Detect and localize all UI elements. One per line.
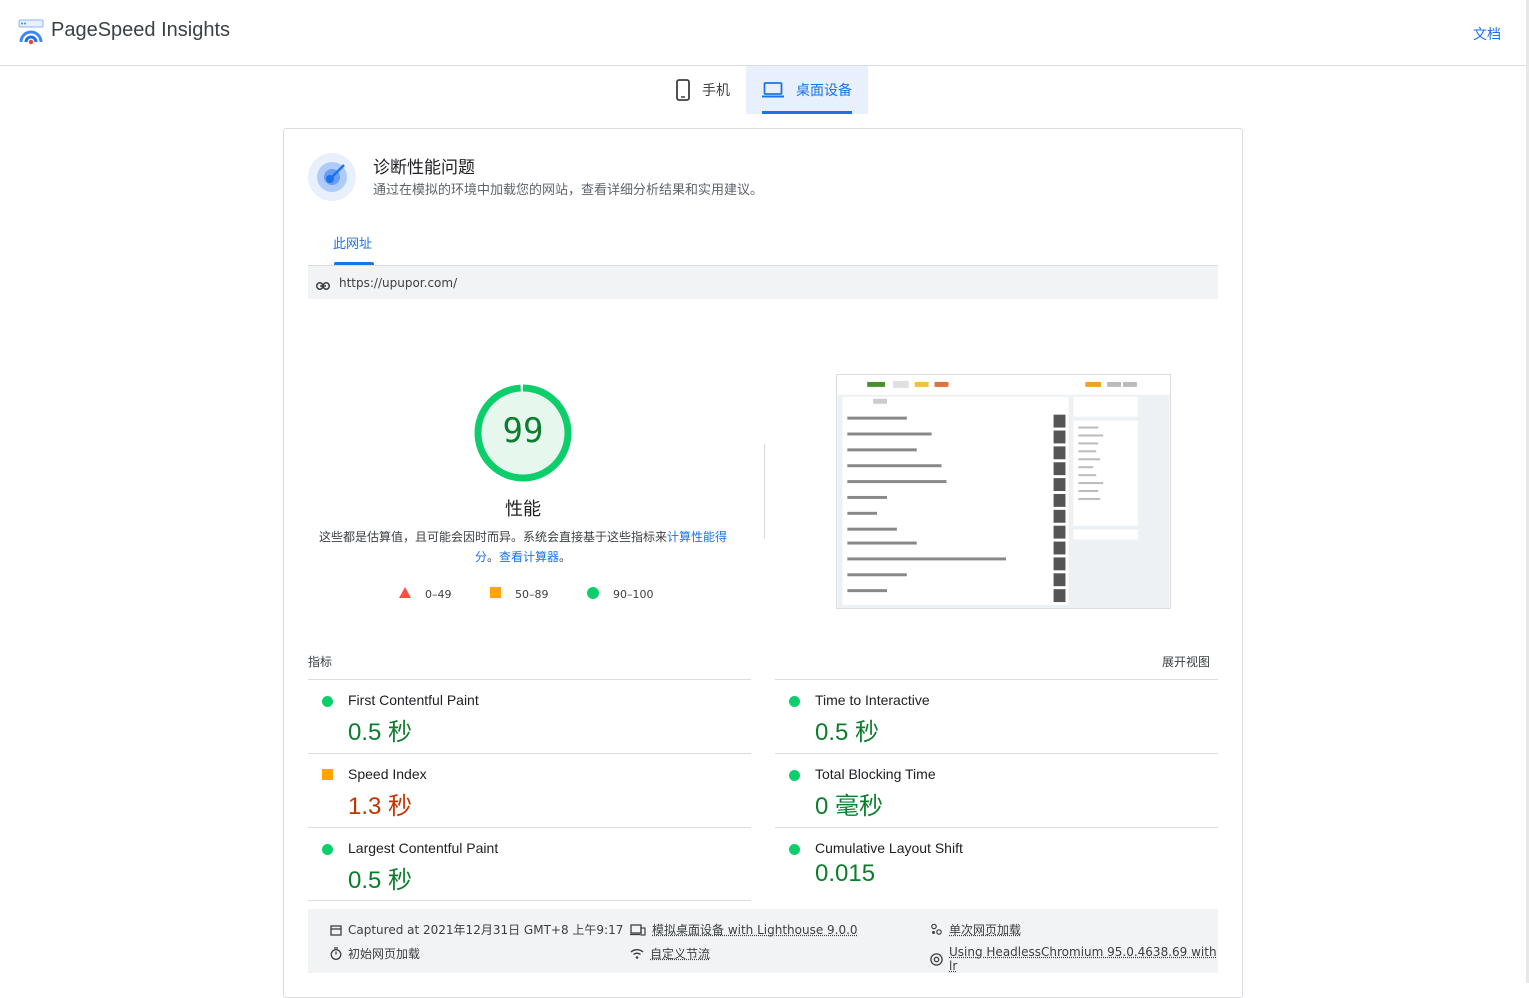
metric-tbt: Total Blocking Time 0 毫秒 [775, 753, 1218, 827]
tab-desktop[interactable]: 桌面设备 [746, 66, 868, 114]
metric-value: 1.3 秒 [348, 786, 412, 821]
throttling-info[interactable]: 自定义节流 [630, 945, 710, 962]
legend-good-range: 90–100 [613, 588, 654, 601]
metric-value: 0.5 秒 [815, 712, 879, 747]
metric-value: 0 毫秒 [815, 786, 883, 821]
estimate-note-text: 这些都是估算值，且可能会因时而异。系统会直接基于这些指标来 [319, 530, 667, 544]
single-load-info[interactable]: 单次网页加载 [930, 921, 1021, 938]
metric-fcp: First Contentful Paint 0.5 秒 [308, 679, 751, 753]
metric-lcp: Largest Contentful Paint 0.5 秒 [308, 827, 751, 901]
pass-circle-icon [789, 844, 800, 855]
legend-poor-range: 0–49 [425, 588, 452, 601]
tab-mobile-label: 手机 [702, 80, 730, 100]
metric-tti: Time to Interactive 0.5 秒 [775, 679, 1218, 753]
device-info[interactable]: 模拟桌面设备 with Lighthouse 9.0.0 [630, 921, 858, 938]
tab-this-url[interactable]: 此网址 [333, 233, 372, 252]
metric-value: 0.015 [815, 860, 875, 888]
calendar-icon [330, 924, 342, 936]
metric-name: Speed Index [348, 766, 427, 782]
pagespeed-logo-icon[interactable] [18, 18, 44, 46]
analyzed-url: https://upupor.com/ [339, 276, 457, 290]
pass-circle-icon [789, 696, 800, 707]
top-bar: PageSpeed Insights 文档 [0, 0, 1529, 66]
wifi-icon [630, 948, 644, 959]
url-bar: https://upupor.com/ [308, 265, 1218, 299]
device-tabs: 手机 桌面设备 [660, 66, 868, 114]
triangle-icon [399, 587, 411, 601]
metric-cls: Cumulative Layout Shift 0.015 [775, 827, 1218, 901]
circle-icon [587, 587, 599, 602]
results-card: 诊断性能问题 通过在模拟的环境中加载您的网站，查看详细分析结果和实用建议。 此网… [283, 128, 1243, 998]
performance-label: 性能 [474, 495, 572, 521]
captured-info: Captured at 2021年12月31日 GMT+8 上午9:17 [330, 921, 623, 938]
estimate-note-sep: 。 [487, 550, 499, 564]
pass-circle-icon [322, 844, 333, 855]
metric-value: 0.5 秒 [348, 712, 412, 747]
metric-speed-index: Speed Index 1.3 秒 [308, 753, 751, 827]
link-icon [316, 276, 330, 295]
runtime-info: Captured at 2021年12月31日 GMT+8 上午9:17 模拟桌… [308, 909, 1218, 973]
phone-icon [676, 79, 690, 101]
metric-name: Time to Interactive [815, 692, 930, 708]
expand-view-toggle[interactable]: 展开视图 [1162, 653, 1210, 670]
metric-name: Largest Contentful Paint [348, 840, 498, 856]
laptop-icon [762, 82, 784, 98]
diagnose-subtitle: 通过在模拟的环境中加载您的网站，查看详细分析结果和实用建议。 [373, 179, 763, 198]
browser-text: Using HeadlessChromium 95.0.4638.69 with… [949, 945, 1218, 973]
captured-text: Captured at 2021年12月31日 GMT+8 上午9:17 [348, 921, 623, 938]
square-icon [490, 587, 501, 601]
legend-average: 50–89 [490, 587, 549, 601]
estimate-note: 这些都是估算值，且可能会因时而异。系统会直接基于这些指标来计算性能得分。查看计算… [318, 527, 728, 567]
devices-icon [630, 924, 646, 936]
single-load-text: 单次网页加载 [949, 921, 1021, 938]
diagnose-title: 诊断性能问题 [373, 153, 475, 178]
throttling-text: 自定义节流 [650, 945, 710, 962]
initial-load-text: 初始网页加载 [348, 945, 420, 962]
initial-load-info: 初始网页加载 [330, 945, 420, 962]
estimate-note-end: 。 [559, 550, 571, 564]
legend-average-range: 50–89 [515, 588, 549, 601]
brand-title[interactable]: PageSpeed Insights [51, 19, 230, 42]
pass-circle-icon [789, 770, 800, 781]
divider [764, 444, 765, 539]
device-text: 模拟桌面设备 with Lighthouse 9.0.0 [652, 921, 858, 938]
metrics-heading: 指标 [308, 653, 332, 670]
docs-link[interactable]: 文档 [1473, 24, 1501, 44]
target-icon [308, 153, 356, 201]
browser-info[interactable]: Using HeadlessChromium 95.0.4638.69 with… [930, 945, 1218, 973]
pass-circle-icon [322, 696, 333, 707]
page-screenshot-thumbnail[interactable] [836, 374, 1171, 609]
performance-score: 99 [474, 411, 572, 451]
metric-name: Total Blocking Time [815, 766, 936, 782]
legend-good: 90–100 [587, 587, 654, 602]
tab-desktop-label: 桌面设备 [796, 80, 852, 100]
metric-name: First Contentful Paint [348, 692, 479, 708]
legend-poor: 0–49 [399, 587, 452, 601]
metric-value: 0.5 秒 [348, 860, 412, 895]
tab-mobile[interactable]: 手机 [660, 66, 746, 114]
average-square-icon [322, 769, 333, 780]
metric-name: Cumulative Layout Shift [815, 840, 963, 856]
chrome-icon [930, 953, 943, 966]
timer-icon [330, 947, 342, 960]
group-icon [930, 923, 943, 936]
view-calculator-link[interactable]: 查看计算器 [499, 550, 559, 564]
